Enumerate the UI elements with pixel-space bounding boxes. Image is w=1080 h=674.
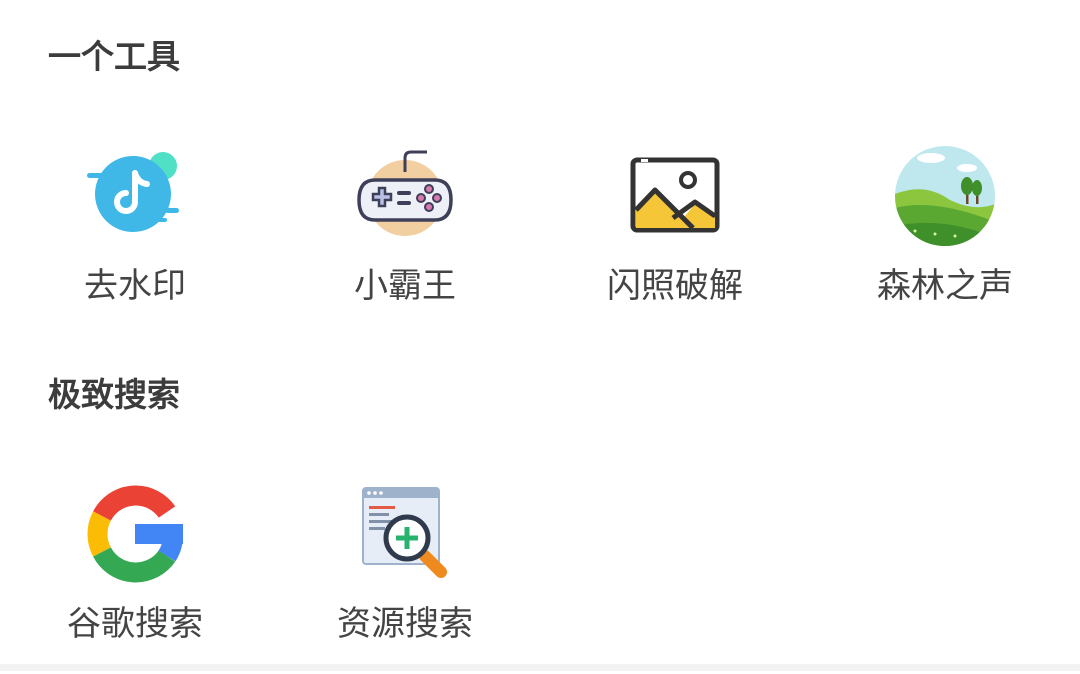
section-title-search: 极致搜索 — [48, 375, 180, 414]
tool-remove-watermark[interactable]: 去水印 — [35, 146, 235, 336]
image-icon — [625, 146, 725, 246]
tool-label: 闪照破解 — [607, 266, 743, 306]
bottom-divider — [0, 664, 1080, 671]
tool-resource-search[interactable]: 资源搜索 — [305, 484, 505, 674]
tool-google-search[interactable]: 谷歌搜索 — [35, 484, 235, 674]
resource-search-icon — [355, 484, 455, 584]
tool-label: 森林之声 — [877, 266, 1013, 306]
tool-label: 去水印 — [84, 266, 186, 306]
tool-forest-sound[interactable]: 森林之声 — [845, 146, 1045, 336]
douyin-watermark-icon — [85, 146, 185, 246]
google-icon — [85, 484, 185, 584]
tool-flash-photo[interactable]: 闪照破解 — [575, 146, 775, 336]
tool-label: 小霸王 — [354, 266, 456, 306]
tool-label: 谷歌搜索 — [67, 604, 203, 644]
tool-label: 资源搜索 — [337, 604, 473, 644]
tool-gamepad[interactable]: 小霸王 — [305, 146, 505, 336]
forest-landscape-icon — [895, 146, 995, 246]
gamepad-icon — [355, 146, 455, 246]
section-title-tools: 一个工具 — [48, 37, 180, 76]
